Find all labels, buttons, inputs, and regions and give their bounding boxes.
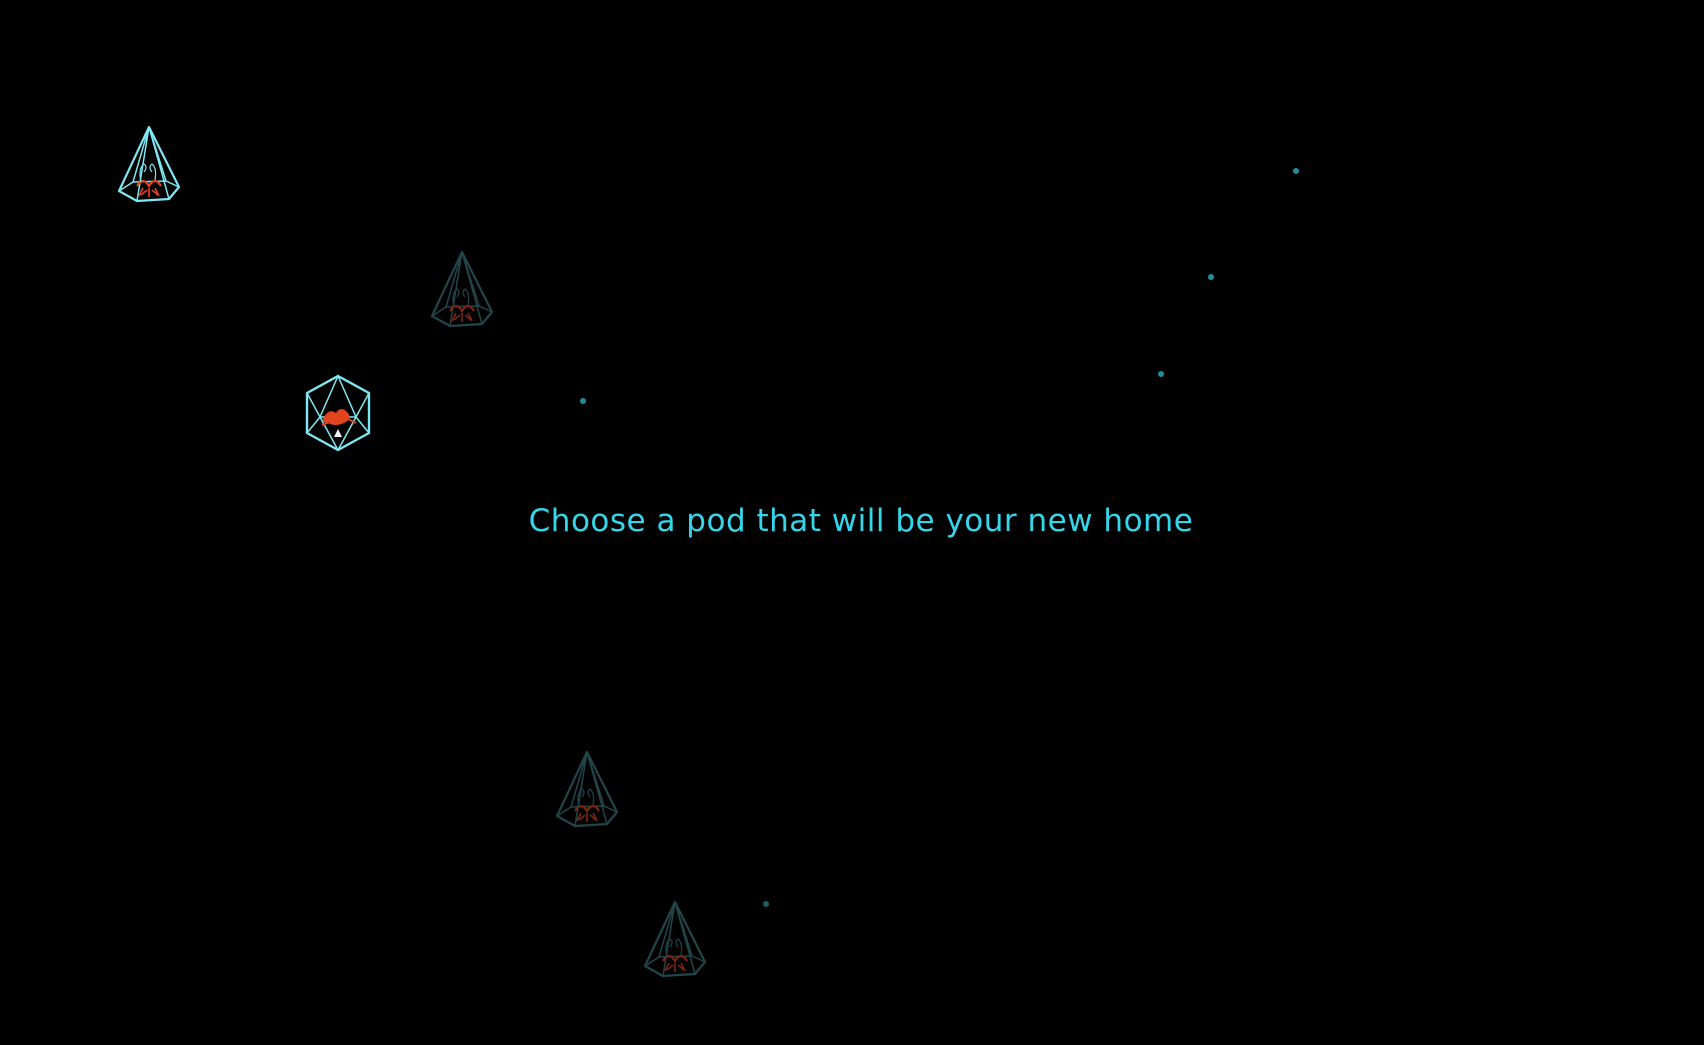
terrarium-pyramid-icon [430, 250, 494, 328]
star-dot [1293, 168, 1299, 174]
pod-2[interactable] [430, 250, 494, 328]
choose-pod-prompt: Choose a pod that will be your new home [528, 503, 1194, 539]
star-dot [1208, 274, 1214, 280]
star-dot [1158, 371, 1164, 377]
pod-4[interactable] [555, 750, 619, 828]
pod-5[interactable] [643, 900, 707, 978]
pod-3[interactable] [305, 374, 371, 452]
terrarium-hexagon-icon [305, 374, 371, 452]
terrarium-pyramid-icon [117, 125, 181, 203]
terrarium-pyramid-icon [643, 900, 707, 978]
terrarium-pyramid-icon [555, 750, 619, 828]
star-dot [763, 901, 769, 907]
pod-1[interactable] [117, 125, 181, 203]
star-dot [580, 398, 586, 404]
